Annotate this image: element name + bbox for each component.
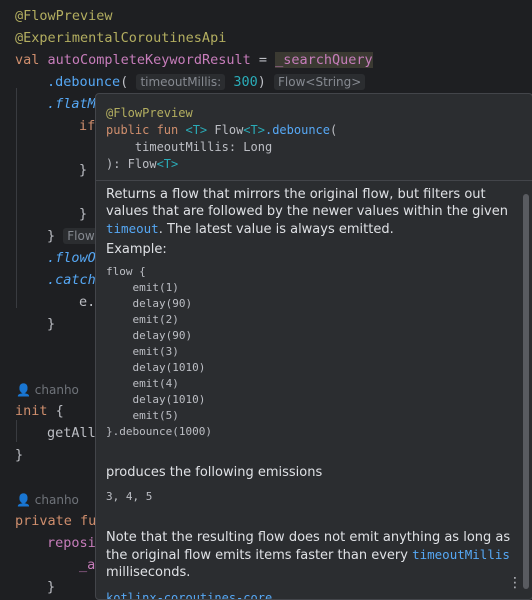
timeout-value: 300 xyxy=(233,74,258,90)
code-line-brace[interactable]: } xyxy=(47,576,55,598)
author-name: chanho xyxy=(34,493,79,507)
code-line-brace[interactable]: } xyxy=(47,313,55,335)
function-signature: @FlowPreview public fun <T> Flow<T>.debo… xyxy=(106,105,337,173)
author-name: chanho xyxy=(34,383,79,397)
code-line-brace[interactable]: } xyxy=(79,159,87,181)
example-label: Example: xyxy=(106,242,167,257)
code-line-flatmap[interactable]: .flatM xyxy=(47,93,96,115)
description-text: Returns a flow that mirrors the original… xyxy=(106,187,508,219)
quick-documentation-popup[interactable]: @FlowPreview public fun <T> Flow<T>.debo… xyxy=(95,93,532,600)
param-hint: timeoutMillis: xyxy=(136,74,226,90)
open-paren: ( xyxy=(120,74,129,90)
param-hint-label: timeoutMillis: xyxy=(140,75,222,89)
open-paren: ( xyxy=(330,123,338,137)
note: Note that the resulting flow does not em… xyxy=(106,529,516,581)
indent-guide xyxy=(16,88,17,308)
description-text: . The latest value is always emitted. xyxy=(158,222,394,237)
property-name: autoCompleteKeywordResult xyxy=(47,52,251,68)
emissions-code: 3, 4, 5 xyxy=(106,490,153,503)
code-line-getall[interactable]: getAll xyxy=(47,422,96,444)
signature-return: ): Flow xyxy=(106,157,157,171)
code-line-val[interactable]: val autoCompleteKeywordResult = _searchQ… xyxy=(15,49,373,71)
library-link[interactable]: kotlinx-coroutines-core xyxy=(106,591,272,599)
close-paren: ) xyxy=(257,74,266,90)
function-name: .debounce xyxy=(264,123,331,137)
code-line-brace[interactable]: } xyxy=(15,444,23,466)
code-line-if[interactable]: if xyxy=(79,115,95,137)
code-line-catch[interactable]: .catch xyxy=(47,269,96,291)
code-line-brace[interactable]: } xyxy=(79,203,87,225)
signature-keyword: public fun xyxy=(106,123,186,137)
note-text: milliseconds. xyxy=(106,565,191,580)
timeout-link[interactable]: timeout xyxy=(106,221,159,236)
close-brace: } xyxy=(47,228,56,244)
debounce-call: .debounce xyxy=(47,74,121,90)
user-icon: 👤 xyxy=(16,383,31,397)
code-line-flowon[interactable]: .flowO xyxy=(47,247,96,269)
author-hint[interactable]: 👤 chanho xyxy=(16,383,79,397)
example-code: flow { emit(1) delay(90) emit(2) delay(9… xyxy=(106,265,212,438)
keyword-init: init xyxy=(15,403,48,419)
type-param: <T> xyxy=(243,123,265,137)
code-line-e[interactable]: e. xyxy=(79,291,95,313)
receiver-type: Flow xyxy=(207,123,244,137)
open-brace: { xyxy=(47,403,64,419)
code-line-private-fun[interactable]: private fu xyxy=(15,510,96,532)
user-icon: 👤 xyxy=(16,493,31,507)
signature-param: timeoutMillis: Long xyxy=(106,140,273,154)
annotation-experimental: @ExperimentalCoroutinesApi xyxy=(15,30,227,46)
documentation-body: Returns a flow that mirrors the original… xyxy=(106,186,516,581)
more-options-icon[interactable]: ⋮ xyxy=(508,575,522,591)
divider xyxy=(96,180,532,181)
annotation-flowpreview: @FlowPreview xyxy=(15,8,113,24)
signature-annotation: @FlowPreview xyxy=(106,106,193,120)
type-hint: Flow<String> xyxy=(274,74,366,90)
code-line-repository[interactable]: reposi xyxy=(47,532,96,554)
equals-sign: = xyxy=(250,52,276,68)
type-param: <T> xyxy=(185,123,208,137)
popup-scrollbar[interactable] xyxy=(523,194,529,589)
search-query-ref: _searchQuery xyxy=(275,52,373,68)
code-line-underscore[interactable]: _a xyxy=(79,554,95,576)
type-param: <T> xyxy=(156,157,179,171)
code-line-init[interactable]: init { xyxy=(15,400,64,422)
author-hint[interactable]: 👤 chanho xyxy=(16,493,79,507)
keyword-val: val xyxy=(15,52,48,68)
produces-text: produces the following emissions xyxy=(106,465,323,480)
timeoutmillis-link[interactable]: timeoutMillis xyxy=(412,547,510,562)
indent-guide xyxy=(16,420,17,442)
code-line-debounce[interactable]: .debounce( timeoutMillis: 300) Flow<Stri… xyxy=(47,71,366,93)
description: Returns a flow that mirrors the original… xyxy=(106,186,516,238)
